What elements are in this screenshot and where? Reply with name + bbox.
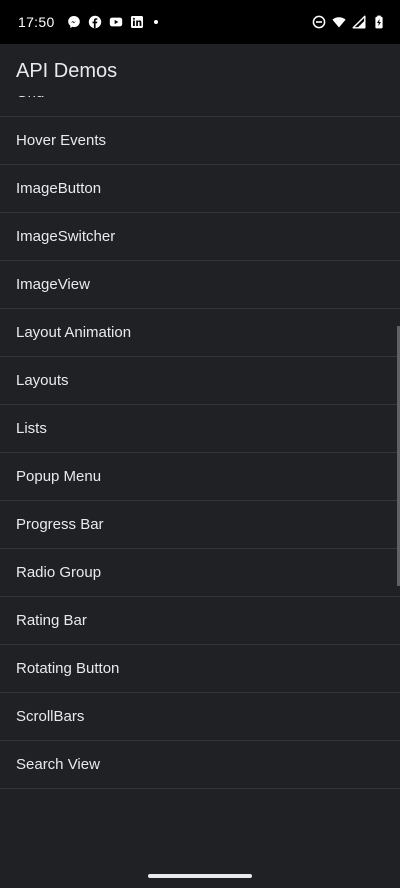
list-item[interactable]: ImageView — [0, 261, 400, 309]
list-item[interactable]: Hover Events — [0, 117, 400, 165]
youtube-icon — [109, 17, 122, 27]
list-item[interactable]: Search View — [0, 741, 400, 789]
list-item[interactable]: Radio Group — [0, 549, 400, 597]
home-gesture-bar[interactable] — [148, 874, 252, 878]
battery-charging-icon — [375, 15, 383, 29]
wifi-icon — [332, 17, 346, 28]
demo-list[interactable]: Grid Hover Events ImageButton ImageSwitc… — [0, 96, 400, 836]
status-right — [312, 15, 386, 29]
list-item[interactable]: Lists — [0, 405, 400, 453]
messenger-icon — [67, 16, 80, 28]
list-item[interactable]: Popup Menu — [0, 453, 400, 501]
list-item[interactable]: Layouts — [0, 357, 400, 405]
demo-list-items: Grid Hover Events ImageButton ImageSwitc… — [0, 96, 400, 789]
status-bar: 17:50 — [0, 0, 400, 44]
list-item[interactable]: ScrollBars — [0, 693, 400, 741]
list-item[interactable]: Grid — [0, 96, 400, 117]
status-left: 17:50 — [18, 14, 158, 30]
cellular-signal-icon — [352, 15, 366, 29]
do-not-disturb-icon — [312, 15, 326, 29]
list-item[interactable]: Layout Animation — [0, 309, 400, 357]
list-item[interactable]: Rotating Button — [0, 645, 400, 693]
list-item[interactable]: Progress Bar — [0, 501, 400, 549]
app-bar: API Demos — [0, 44, 400, 96]
facebook-icon — [88, 15, 101, 29]
list-item[interactable]: ImageButton — [0, 165, 400, 213]
linkedin-icon — [130, 16, 143, 28]
app-title: API Demos — [16, 60, 118, 82]
notification-dot-icon — [153, 20, 158, 24]
status-time: 17:50 — [18, 14, 55, 30]
list-item[interactable]: ImageSwitcher — [0, 213, 400, 261]
list-item[interactable]: Rating Bar — [0, 597, 400, 645]
